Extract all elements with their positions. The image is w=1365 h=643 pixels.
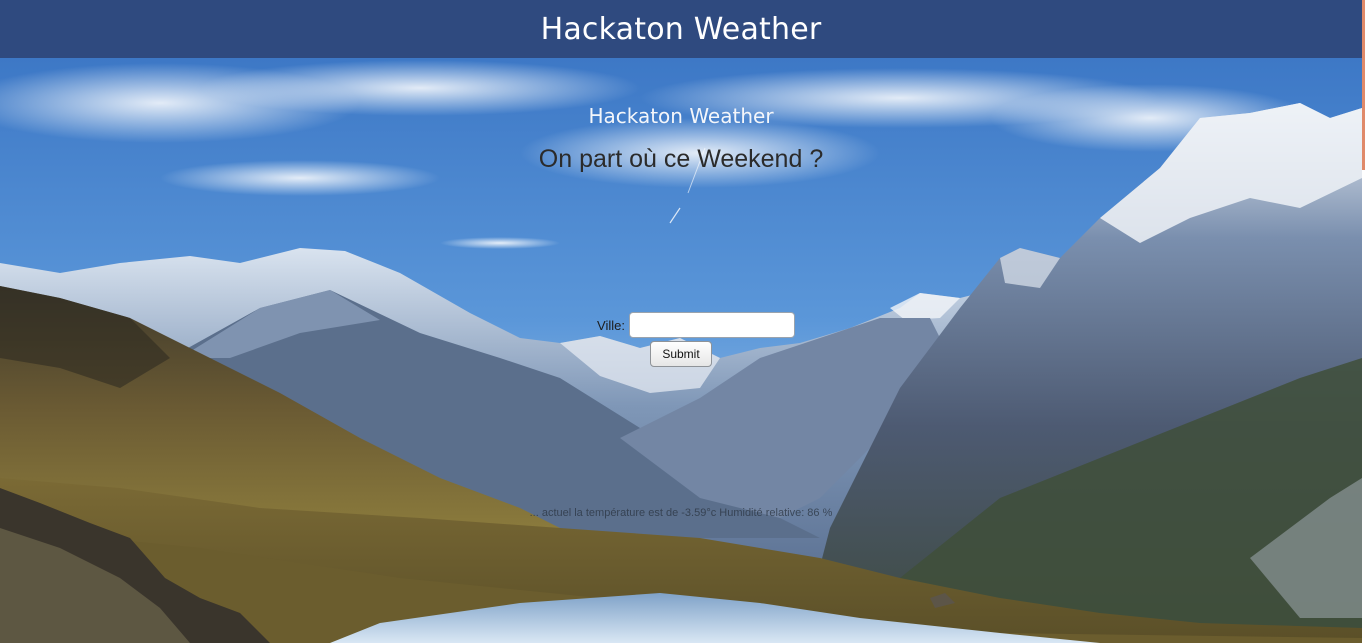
weather-result-text: ... actuel la température est de -3.59°c… [529, 507, 833, 519]
city-input[interactable] [628, 312, 795, 338]
page-subtitle: Hackaton Weather [588, 104, 774, 128]
page: Hackaton Weather Hackaton Weather On par… [0, 0, 1365, 643]
top-header: Hackaton Weather [0, 0, 1362, 58]
app-title: Hackaton Weather [540, 11, 822, 47]
main-content: Hackaton Weather On part où ce Weekend ?… [0, 58, 1362, 643]
city-search-form: Ville: Submit [0, 312, 1362, 367]
city-row: Ville: [0, 312, 1362, 338]
submit-button[interactable]: Submit [650, 341, 712, 367]
submit-row: Submit [0, 341, 1362, 367]
city-label: Ville: [597, 317, 625, 333]
page-question: On part où ce Weekend ? [538, 145, 824, 173]
